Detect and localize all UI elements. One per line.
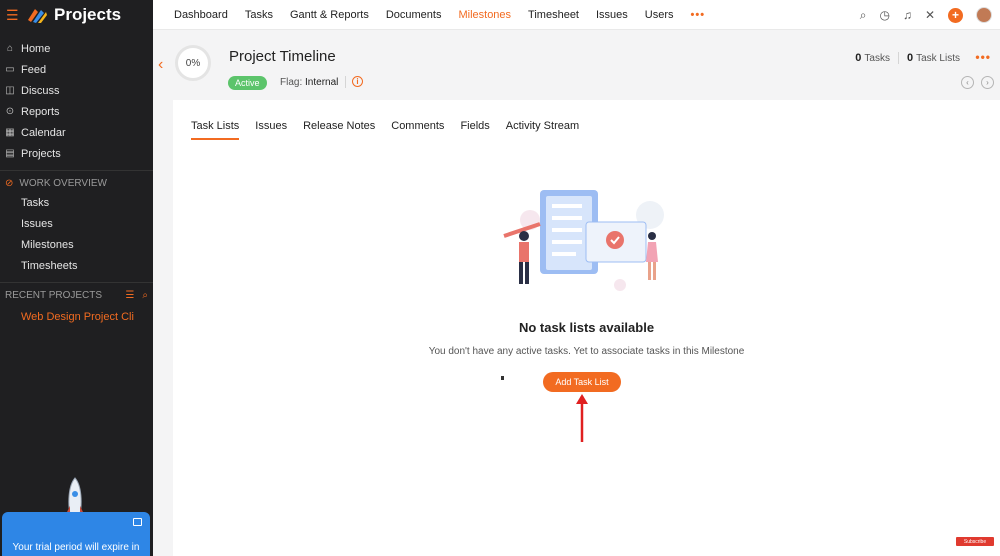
bell-icon[interactable]: ♫ [903, 8, 912, 22]
trial-text: Your trial period will expire in [12, 542, 140, 553]
sidebar-item-issues[interactable]: Issues [0, 213, 153, 234]
tab-bar: Task Lists Issues Release Notes Comments… [191, 120, 579, 140]
nav-timesheet[interactable]: Timesheet [528, 9, 579, 21]
nav-gantt-reports[interactable]: Gantt & Reports [290, 9, 369, 21]
progress-ring: 0% [175, 45, 211, 81]
sidebar-item-calendar[interactable]: ▦ Calendar [0, 122, 153, 143]
sidebar-item-timesheets[interactable]: Timesheets [0, 255, 153, 276]
nav-documents[interactable]: Documents [386, 9, 442, 21]
tab-activity-stream[interactable]: Activity Stream [506, 120, 579, 140]
tasklists-count[interactable]: 0 Task Lists [907, 52, 960, 64]
flag-label: Flag: [280, 77, 303, 88]
sidebar-item-tasks[interactable]: Tasks [0, 192, 153, 213]
avatar[interactable] [976, 7, 992, 23]
search-icon[interactable]: ⌕ [142, 290, 148, 301]
sidebar-item-label: Reports [21, 105, 60, 118]
sidebar-item-feed[interactable]: ▭ Feed [0, 59, 153, 80]
feed-icon: ▭ [5, 64, 15, 75]
empty-state-illustration [503, 190, 664, 291]
sidebar-item-home[interactable]: ⌂ Home [0, 38, 153, 59]
filter-icon[interactable]: ☰ [125, 290, 134, 301]
divider [897, 52, 899, 64]
empty-state-description: You don't have any active tasks. Yet to … [428, 346, 745, 357]
nav-milestones[interactable]: Milestones [458, 9, 511, 21]
tasks-count[interactable]: 0 Tasks [855, 52, 890, 64]
work-overview-heading[interactable]: ⊘ WORK OVERVIEW [0, 170, 153, 192]
discuss-icon: ◫ [5, 85, 15, 96]
divider [345, 76, 346, 88]
nav-dashboard[interactable]: Dashboard [174, 9, 228, 21]
timer-icon[interactable]: ◷ [879, 8, 889, 22]
projects-icon: ▤ [5, 148, 15, 159]
milestone-counts: 0 Tasks 0 Task Lists [855, 52, 960, 64]
quick-add-button[interactable]: + [948, 7, 963, 23]
sidebar: ☰ Projects ⌂ Home ▭ Feed ◫ Discuss ⊙ Reports… [0, 0, 153, 556]
back-chevron-icon[interactable]: ‹ [158, 56, 163, 74]
search-icon[interactable]: ⌕ [860, 8, 867, 23]
subscribe-badge[interactable]: Subscribe [956, 537, 994, 546]
nav-users[interactable]: Users [645, 9, 674, 21]
nav-tasks[interactable]: Tasks [245, 9, 273, 21]
sidebar-item-discuss[interactable]: ◫ Discuss [0, 80, 153, 101]
top-navbar: Dashboard Tasks Gantt & Reports Document… [153, 0, 1000, 30]
sidebar-item-projects[interactable]: ▤ Projects [0, 143, 153, 164]
sidebar-item-label: Projects [21, 147, 61, 160]
brand: ☰ Projects [0, 0, 153, 30]
calendar-icon: ▦ [5, 127, 15, 138]
nav-issues[interactable]: Issues [596, 9, 628, 21]
recent-projects-label: RECENT PROJECTS [5, 290, 103, 301]
tab-issues[interactable]: Issues [255, 120, 287, 140]
sidebar-nav: ⌂ Home ▭ Feed ◫ Discuss ⊙ Reports ▦ Calendar … [0, 38, 153, 164]
empty-state-title: No task lists available [518, 320, 655, 335]
status-badge[interactable]: Active [228, 76, 267, 90]
main-panel: Task Lists Issues Release Notes Comments… [173, 100, 1000, 556]
info-icon[interactable]: i [352, 76, 363, 87]
flag[interactable]: Flag: Internal [280, 77, 338, 88]
tasks-count-label: Tasks [864, 53, 890, 64]
tools-icon[interactable]: ✕ [925, 8, 935, 22]
trial-card[interactable]: Your trial period will expire in [2, 512, 150, 556]
tab-fields[interactable]: Fields [460, 120, 489, 140]
milestone-header: ‹ 0% Project Timeline Active Flag: Inter… [153, 30, 1000, 100]
add-task-list-button[interactable]: Add Task List [543, 372, 621, 392]
work-overview-label: WORK OVERVIEW [19, 178, 107, 189]
work-overview-icon: ⊘ [5, 178, 14, 189]
mouse-cursor [501, 376, 504, 380]
tasks-count-number: 0 [855, 52, 862, 64]
recent-projects-heading: RECENT PROJECTS ☰ ⌕ [0, 282, 153, 304]
more-menu-icon[interactable]: ••• [691, 9, 706, 21]
sidebar-item-label: Calendar [21, 126, 66, 139]
sidebar-item-label: Home [21, 42, 51, 55]
page-title: Project Timeline [229, 48, 336, 65]
pager: ‹ › [961, 76, 994, 89]
home-icon: ⌂ [6, 43, 14, 54]
hamburger-menu-icon[interactable]: ☰ [6, 7, 20, 24]
tab-task-lists[interactable]: Task Lists [191, 120, 240, 140]
flag-value: Internal [305, 77, 339, 88]
tab-release-notes[interactable]: Release Notes [303, 120, 375, 140]
sidebar-item-label: Feed [21, 63, 47, 76]
tab-comments[interactable]: Comments [391, 120, 444, 140]
sidebar-item-milestones[interactable]: Milestones [0, 234, 153, 255]
previous-icon[interactable]: ‹ [961, 76, 974, 89]
next-icon[interactable]: › [981, 76, 994, 89]
app-title: Projects [54, 5, 122, 24]
milestone-more-icon[interactable]: ••• [975, 50, 991, 64]
recent-project-item[interactable]: Web Design Project Cli [0, 306, 153, 327]
sidebar-item-label: Discuss [21, 84, 60, 97]
minimize-icon[interactable] [133, 518, 142, 526]
top-nav: Dashboard Tasks Gantt & Reports Document… [153, 9, 705, 21]
sidebar-item-reports[interactable]: ⊙ Reports [0, 101, 153, 122]
tasklists-count-number: 0 [906, 52, 914, 64]
reports-icon: ⊙ [5, 106, 15, 117]
top-icons: ⌕ ◷ ♫ ✕ + [860, 0, 992, 30]
tasklists-count-label: Task Lists [916, 53, 960, 64]
projects-logo-icon [28, 9, 47, 23]
red-arrow-annotation [576, 394, 588, 442]
